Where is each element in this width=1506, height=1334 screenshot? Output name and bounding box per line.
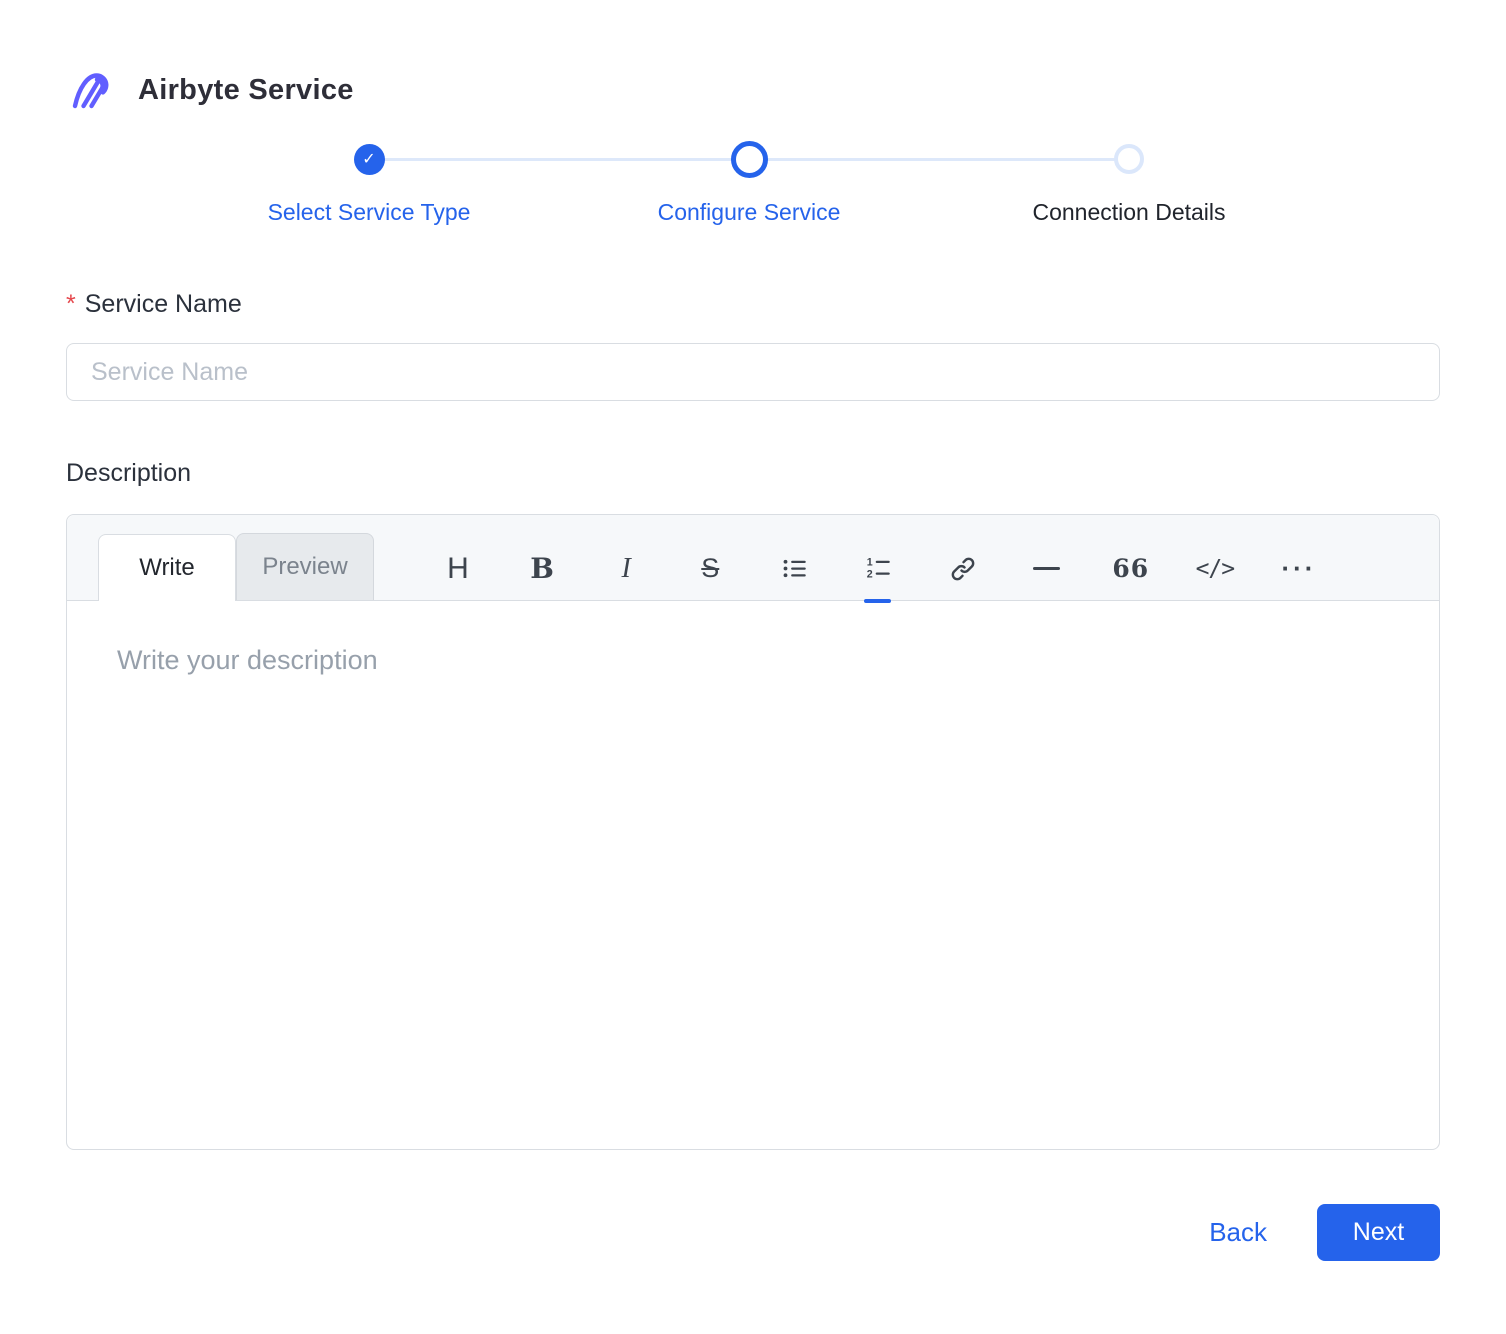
description-editor: Write Preview H B I S 1 2 66 </> ··· Wri… bbox=[66, 514, 1440, 1150]
bold-glyph: B bbox=[530, 552, 554, 585]
description-textarea[interactable] bbox=[67, 601, 1439, 1149]
editor-body bbox=[67, 601, 1439, 1149]
strikethrough-icon[interactable]: S bbox=[688, 547, 732, 591]
strikethrough-glyph: S bbox=[701, 553, 720, 583]
quote-glyph: 66 bbox=[1112, 554, 1150, 583]
page: Airbyte Service ✓ Select Service Type Co… bbox=[0, 0, 1506, 1330]
svg-text:2: 2 bbox=[867, 569, 873, 581]
service-name-label-text: Service Name bbox=[84, 290, 242, 318]
step-upcoming-circle bbox=[1114, 144, 1144, 174]
horizontal-rule-glyph bbox=[1033, 567, 1061, 570]
required-marker: * bbox=[66, 290, 76, 318]
step-label: Select Service Type bbox=[267, 199, 471, 225]
step-active-circle bbox=[730, 140, 768, 178]
ordered-list-focus-indicator bbox=[864, 598, 892, 603]
editor-toolbar: H B I S 1 2 66 </> ··· bbox=[374, 515, 1399, 603]
page-title: Airbyte Service bbox=[138, 73, 354, 106]
ordered-list-icon[interactable]: 1 2 bbox=[856, 547, 900, 603]
heading-glyph: H bbox=[447, 551, 469, 585]
svg-text:1: 1 bbox=[867, 557, 873, 569]
step-completed-circle: ✓ bbox=[353, 143, 385, 175]
step-label: Configure Service bbox=[657, 199, 841, 225]
step-select-service-type[interactable]: ✓ Select Service Type bbox=[179, 138, 559, 226]
step-circle-wrap: ✓ bbox=[353, 138, 385, 180]
heading-icon[interactable]: H bbox=[436, 547, 480, 591]
next-button[interactable]: Next bbox=[1317, 1204, 1440, 1261]
editor-header: Write Preview H B I S 1 2 66 </> ··· bbox=[67, 515, 1439, 603]
quote-icon[interactable]: 66 bbox=[1109, 547, 1153, 591]
editor-tabs: Write Preview bbox=[98, 533, 374, 601]
tab-preview[interactable]: Preview bbox=[236, 533, 374, 600]
step-connection-details[interactable]: Connection Details bbox=[939, 138, 1319, 226]
code-glyph: </> bbox=[1195, 555, 1236, 582]
step-circle-wrap bbox=[730, 138, 768, 180]
back-button[interactable]: Back bbox=[1209, 1217, 1267, 1248]
horizontal-rule-icon[interactable] bbox=[1025, 547, 1069, 591]
bold-icon[interactable]: B bbox=[520, 547, 564, 591]
italic-icon[interactable]: I bbox=[604, 547, 648, 591]
service-name-label: * Service Name bbox=[66, 290, 1440, 319]
more-glyph: ··· bbox=[1281, 553, 1317, 583]
step-configure-service[interactable]: Configure Service bbox=[559, 138, 939, 226]
service-name-input[interactable] bbox=[66, 343, 1440, 401]
italic-glyph: I bbox=[621, 552, 631, 584]
footer: Back Next bbox=[66, 1204, 1440, 1330]
check-icon: ✓ bbox=[362, 151, 376, 168]
more-icon[interactable]: ··· bbox=[1277, 547, 1321, 591]
step-circle-wrap bbox=[1114, 138, 1144, 180]
bullet-list-icon[interactable] bbox=[772, 547, 816, 591]
app-header: Airbyte Service bbox=[66, 0, 1440, 114]
tab-write[interactable]: Write bbox=[98, 534, 236, 601]
step-label: Connection Details bbox=[1032, 199, 1226, 225]
stepper: ✓ Select Service Type Configure Service … bbox=[179, 138, 1319, 226]
link-icon[interactable] bbox=[941, 547, 985, 591]
description-label: Description bbox=[66, 459, 192, 487]
code-icon[interactable]: </> bbox=[1193, 547, 1237, 591]
airbyte-logo-icon bbox=[66, 66, 114, 114]
